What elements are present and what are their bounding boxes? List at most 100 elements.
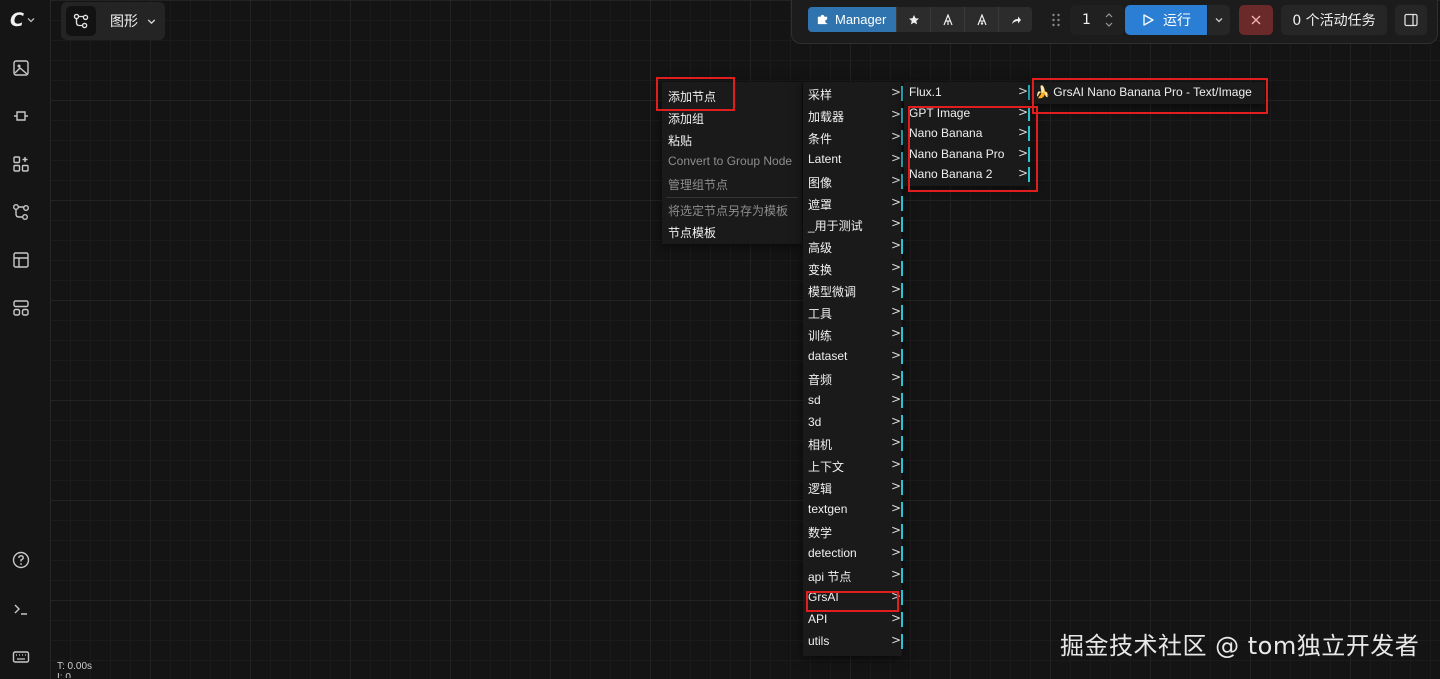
context-menu-item[interactable]: 添加组 bbox=[662, 110, 802, 127]
submenu-indicator bbox=[1028, 105, 1030, 121]
drag-handle-icon[interactable] bbox=[1050, 12, 1062, 28]
submenu-indicator bbox=[901, 611, 903, 627]
category-menu-item[interactable]: 相机 bbox=[803, 436, 902, 453]
keyboard-icon[interactable] bbox=[9, 645, 33, 669]
grsai-submenu: Flux.1 > GPT Image > Nano Banana > Nano Banana… bbox=[904, 82, 1030, 186]
submenu-indicator bbox=[901, 86, 903, 101]
submenu-indicator bbox=[901, 129, 903, 145]
grsai-submenu-item[interactable]: GPT Image bbox=[904, 106, 1030, 120]
category-menu-item[interactable]: 变换 bbox=[803, 261, 902, 278]
category-menu-item[interactable]: 采样 bbox=[803, 86, 902, 103]
context-menu-item: Convert to Group Node bbox=[668, 154, 793, 168]
run-button[interactable]: 运行 bbox=[1125, 5, 1207, 35]
batch-count-stepper[interactable]: 1 bbox=[1070, 5, 1124, 35]
workflows-icon[interactable] bbox=[9, 200, 33, 224]
models-icon[interactable] bbox=[9, 104, 33, 128]
category-menu-item[interactable]: 训练 bbox=[803, 327, 902, 344]
submenu-indicator bbox=[1028, 146, 1030, 162]
category-menu-item[interactable]: API bbox=[803, 612, 902, 626]
layout-icon[interactable] bbox=[9, 296, 33, 320]
manager-button[interactable]: Manager bbox=[808, 7, 897, 32]
category-menu-item[interactable]: 遮罩 bbox=[803, 196, 902, 213]
batch-count-value[interactable]: 1 bbox=[1082, 12, 1104, 28]
submenu-arrow-icon: > bbox=[891, 282, 902, 297]
category-menu-item[interactable]: 模型微调 bbox=[803, 283, 902, 300]
workflow-a-button[interactable] bbox=[930, 7, 965, 32]
node-tool-icon bbox=[977, 13, 987, 25]
category-menu-item[interactable]: 逻辑 bbox=[803, 480, 902, 497]
category-menu-item[interactable]: api 节点 bbox=[803, 568, 902, 585]
submenu-arrow-icon: > bbox=[891, 85, 902, 99]
submenu-arrow-icon: > bbox=[891, 216, 902, 231]
node-menu-item[interactable]: 🍌 GrsAI Nano Banana Pro - Text/Image bbox=[1031, 85, 1265, 99]
images-icon[interactable] bbox=[9, 56, 33, 80]
category-menu-item[interactable]: 图像 bbox=[803, 174, 902, 191]
submenu-indicator bbox=[901, 195, 903, 211]
submenu-arrow-icon: > bbox=[891, 238, 902, 253]
submenu-arrow-icon: > bbox=[891, 457, 902, 472]
submenu-indicator bbox=[901, 305, 903, 320]
terminal-icon[interactable] bbox=[9, 597, 33, 621]
chevron-up-icon[interactable] bbox=[1104, 11, 1114, 19]
cancel-run-button[interactable] bbox=[1239, 5, 1273, 35]
submenu-arrow-icon: > bbox=[891, 194, 902, 209]
close-icon bbox=[1251, 15, 1261, 25]
panel-toggle-button[interactable] bbox=[1395, 5, 1427, 35]
submenu-arrow-icon: > bbox=[891, 347, 902, 362]
submenu-arrow-icon: > bbox=[891, 304, 902, 318]
grsai-submenu-item[interactable]: Nano Banana bbox=[904, 126, 1030, 140]
category-menu-item[interactable]: Latent bbox=[803, 152, 902, 166]
queue-label: 0 个活动任务 bbox=[1292, 13, 1376, 29]
submenu-indicator bbox=[901, 567, 903, 583]
submenu-indicator bbox=[901, 261, 903, 277]
app-logo-menu[interactable]: C bbox=[10, 9, 44, 31]
submenu-indicator bbox=[1028, 85, 1030, 100]
category-menu-item[interactable]: 高级 bbox=[803, 239, 902, 256]
category-menu-item[interactable]: GrsAI bbox=[803, 590, 902, 604]
share-button[interactable] bbox=[998, 7, 1033, 32]
submenu-indicator bbox=[901, 524, 903, 539]
category-menu-item[interactable]: dataset bbox=[803, 349, 902, 363]
category-menu-item[interactable]: sd bbox=[803, 393, 902, 407]
category-menu-item[interactable]: textgen bbox=[803, 502, 902, 516]
manager-label: Manager bbox=[835, 12, 887, 27]
queue-status-button[interactable]: 0 个活动任务 bbox=[1281, 5, 1387, 35]
chevron-down-icon[interactable] bbox=[1104, 21, 1114, 29]
category-menu-item[interactable]: 加载器 bbox=[803, 108, 902, 125]
submenu-arrow-icon: > bbox=[1018, 145, 1029, 160]
graph-tab-label: 图形 bbox=[110, 14, 138, 30]
grsai-submenu-item[interactable]: Nano Banana 2 bbox=[904, 167, 1030, 181]
category-menu-item[interactable]: detection bbox=[803, 546, 902, 560]
submenu-indicator bbox=[1028, 167, 1030, 183]
chevron-down-icon bbox=[1215, 18, 1223, 23]
puzzle-icon bbox=[817, 14, 828, 25]
star-icon bbox=[908, 14, 919, 24]
category-menu-item[interactable]: 工具 bbox=[803, 305, 902, 322]
context-menu-item[interactable]: 粘贴 bbox=[662, 132, 802, 149]
play-icon bbox=[1143, 14, 1154, 26]
workflow-graph-icon bbox=[66, 6, 96, 36]
category-menu-item[interactable]: 音频 bbox=[803, 371, 902, 388]
submenu-arrow-icon: > bbox=[1018, 125, 1029, 140]
grsai-submenu-item[interactable]: Flux.1 bbox=[904, 85, 1030, 99]
context-menu-item[interactable]: 节点模板 bbox=[662, 224, 802, 241]
workflow-b-button[interactable] bbox=[964, 7, 999, 32]
help-icon[interactable] bbox=[9, 548, 33, 572]
templates-icon[interactable] bbox=[9, 248, 33, 272]
graph-tab[interactable]: 图形 bbox=[61, 2, 165, 40]
category-menu-item[interactable]: _用于测试 bbox=[803, 217, 902, 234]
category-menu-item[interactable]: 上下文 bbox=[803, 458, 902, 475]
category-menu-item[interactable]: utils bbox=[803, 634, 902, 648]
category-menu-item[interactable]: 3d bbox=[803, 415, 902, 429]
submenu-indicator bbox=[901, 633, 903, 649]
context-menu-item: 管理组节点 bbox=[668, 178, 729, 192]
chevron-down-icon bbox=[27, 18, 35, 23]
node-library-icon[interactable] bbox=[9, 152, 33, 176]
category-menu-item[interactable]: 数学 bbox=[803, 524, 902, 541]
submenu-indicator bbox=[901, 239, 903, 255]
run-options-dropdown[interactable] bbox=[1208, 5, 1230, 35]
category-menu-item[interactable]: 条件 bbox=[803, 130, 902, 147]
context-menu-item[interactable]: 添加节点 bbox=[662, 88, 802, 105]
grsai-submenu-item[interactable]: Nano Banana Pro bbox=[904, 147, 1030, 161]
star-button[interactable] bbox=[896, 7, 931, 32]
